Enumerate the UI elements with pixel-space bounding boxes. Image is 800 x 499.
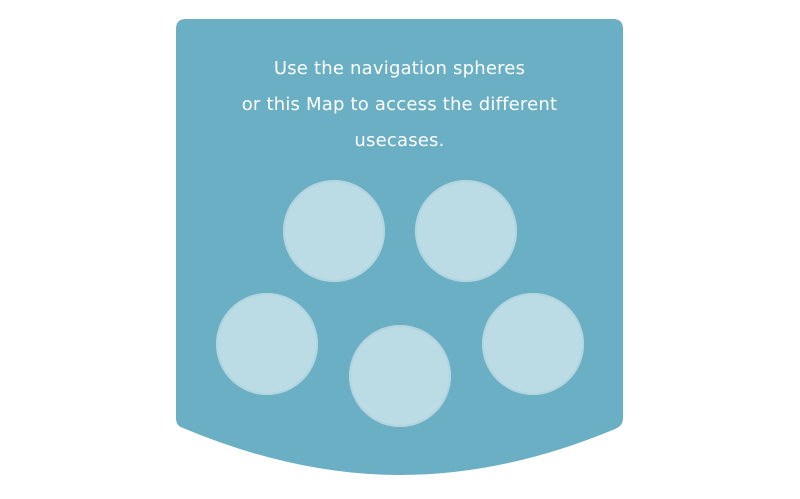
navigation-sphere-1[interactable]: [283, 180, 385, 282]
navigation-map: Use the navigation spheres or this Map t…: [0, 0, 800, 499]
instructions-line-3: usecases.: [354, 130, 445, 151]
navigation-sphere-3[interactable]: [216, 293, 318, 395]
instructions-line-1: Use the navigation spheres: [273, 58, 526, 79]
instructions-line-2: or this Map to access the different: [241, 94, 558, 115]
navigation-sphere-5[interactable]: [482, 293, 584, 395]
map-instructions: Use the navigation spheres or this Map t…: [176, 51, 623, 159]
navigation-sphere-2[interactable]: [415, 180, 517, 282]
navigation-sphere-4[interactable]: [349, 325, 451, 427]
